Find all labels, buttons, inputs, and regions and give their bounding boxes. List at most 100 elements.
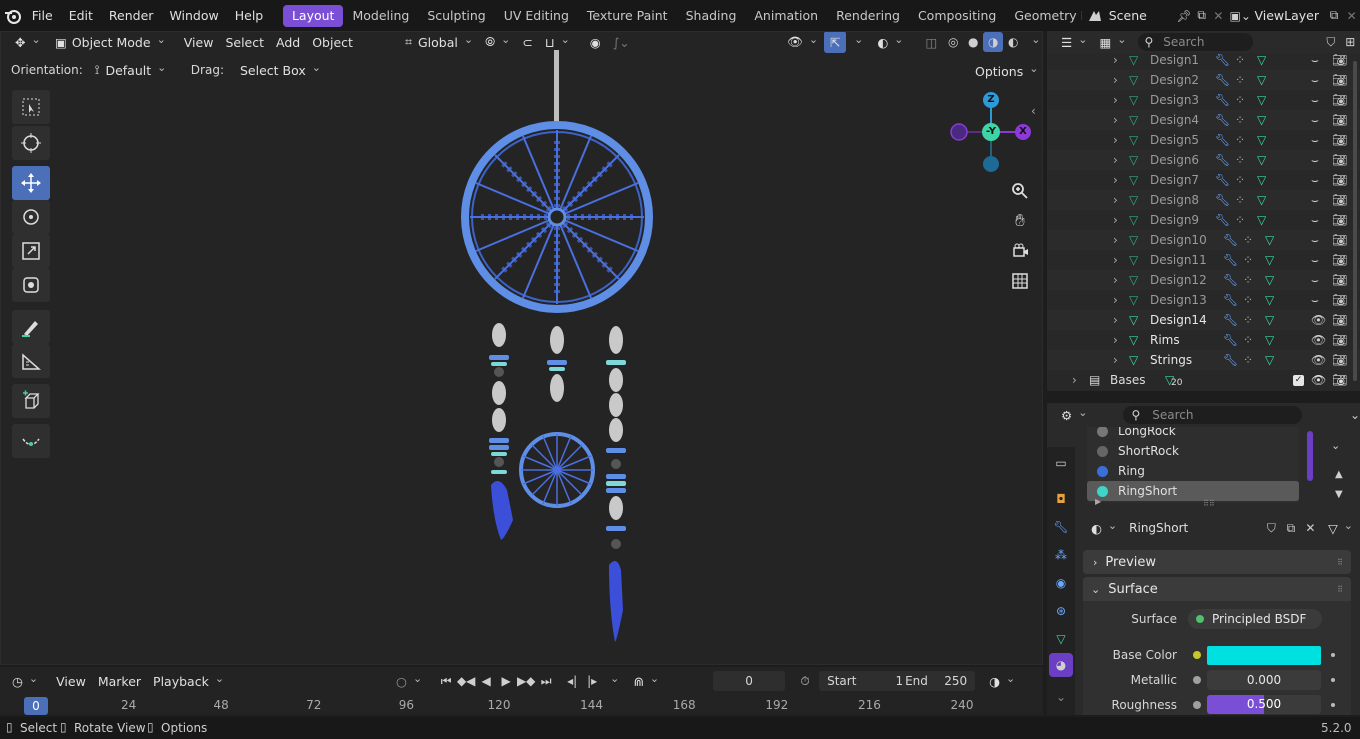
visibility-eye-icon[interactable]: ⌣ bbox=[1311, 193, 1319, 208]
new-scene-icon[interactable]: ⧉ bbox=[1192, 8, 1210, 23]
tab-modeling[interactable]: Modeling bbox=[343, 5, 418, 27]
render-camera-icon[interactable]: 📷︎ bbox=[1332, 213, 1347, 227]
visibility-eye-icon[interactable]: 👁︎ bbox=[1311, 353, 1326, 367]
slot-scrollbar[interactable] bbox=[1307, 431, 1313, 481]
snapping-dropdown[interactable]: ⋒ bbox=[627, 670, 665, 692]
expand-arrow-icon[interactable]: › bbox=[1113, 233, 1118, 247]
duplicate-material-icon[interactable]: ⧉ bbox=[1281, 521, 1300, 536]
expand-arrow-icon[interactable]: › bbox=[1113, 173, 1118, 187]
visibility-eye-icon[interactable]: ⌣ bbox=[1311, 113, 1319, 128]
object-name[interactable]: Design6 bbox=[1150, 153, 1199, 167]
object-name[interactable]: Design4 bbox=[1150, 113, 1199, 127]
outliner-scrollbar[interactable] bbox=[1353, 61, 1357, 381]
base-color-swatch[interactable] bbox=[1207, 646, 1321, 665]
visibility-eye-icon[interactable]: ⌣ bbox=[1311, 253, 1319, 268]
object-name[interactable]: Design8 bbox=[1150, 193, 1199, 207]
menu-help[interactable]: Help bbox=[227, 5, 272, 27]
move-down-icon[interactable]: ▼ bbox=[1335, 489, 1343, 500]
material-shading-icon[interactable]: ◑ bbox=[983, 32, 1004, 52]
frame-range-field[interactable]: Start 1 End 250 bbox=[819, 671, 976, 691]
3d-viewport[interactable]: ✥ ▣ Object Mode View Select Add Object ⌗… bbox=[0, 31, 1043, 665]
outliner-row[interactable]: › ▽ Design8 🔧︎ ⁘ ▽ ⌣ 📷︎ bbox=[1047, 190, 1360, 210]
visibility-eye-icon[interactable]: 👁︎ bbox=[1311, 313, 1326, 327]
drag-handle-icon[interactable]: ⠿ bbox=[1337, 558, 1343, 567]
expand-arrow-icon[interactable]: › bbox=[1113, 93, 1118, 107]
current-frame-field[interactable]: 0 bbox=[713, 671, 786, 691]
blender-logo-icon[interactable] bbox=[2, 7, 24, 25]
object-name[interactable]: Design5 bbox=[1150, 133, 1199, 147]
ortho-grid-icon[interactable] bbox=[1007, 268, 1033, 294]
keyframe-dot[interactable] bbox=[1331, 653, 1335, 657]
visibility-eye-icon[interactable]: ⌣ bbox=[1311, 173, 1319, 188]
collection-row-bases[interactable]: › ▤ Bases ▽ 20 ✓ 👁︎ 📷︎ bbox=[1047, 370, 1360, 390]
timeline-editor-type[interactable]: ◷ bbox=[6, 670, 44, 692]
data-tab-icon[interactable]: ▽ bbox=[1051, 629, 1071, 649]
viewport-menu-view[interactable]: View bbox=[178, 32, 220, 53]
tab-shading[interactable]: Shading bbox=[677, 5, 746, 27]
stopwatch-icon[interactable]: ⏱︎ bbox=[791, 674, 819, 689]
object-name[interactable]: Design10 bbox=[1150, 233, 1207, 247]
transform-tool[interactable] bbox=[12, 268, 50, 302]
browse-material-icon[interactable]: ◐ bbox=[1087, 517, 1121, 539]
object-name[interactable]: Design14 bbox=[1150, 313, 1207, 327]
more-tabs-icon[interactable]: ⌄ bbox=[1051, 687, 1071, 707]
viewport-menu-object[interactable]: Object bbox=[306, 32, 359, 53]
solid-shading-icon[interactable]: ● bbox=[963, 35, 983, 49]
rotate-tool[interactable] bbox=[12, 200, 50, 234]
slot-specials-icon[interactable]: ⌄ bbox=[1331, 439, 1340, 452]
list-resize-handle[interactable]: ⠿⠿ bbox=[1203, 499, 1215, 508]
add-cube-tool[interactable] bbox=[12, 384, 50, 418]
material-link-dropdown[interactable]: ▽ bbox=[1326, 517, 1355, 539]
material-name[interactable]: RingShort bbox=[1129, 521, 1262, 535]
menu-window[interactable]: Window bbox=[161, 5, 226, 27]
jump-prev-keyframe-icon[interactable]: ◆◀ bbox=[456, 674, 476, 688]
expand-arrow-icon[interactable]: › bbox=[1113, 193, 1118, 207]
pan-hand-icon[interactable]: ✋︎ bbox=[1007, 208, 1033, 234]
expand-arrow-icon[interactable]: ▶ bbox=[1095, 497, 1101, 506]
properties-options-icon[interactable]: ⌄ bbox=[1350, 408, 1360, 422]
outliner-row[interactable]: › ▽ Design10 🔧︎ ⁘ ▽ ⌣ 📷︎ bbox=[1047, 230, 1360, 250]
expand-arrow-icon[interactable]: › bbox=[1113, 273, 1118, 287]
object-name[interactable]: Design13 bbox=[1150, 293, 1207, 307]
visibility-eye-icon[interactable]: ⌣ bbox=[1311, 133, 1319, 148]
menu-file[interactable]: File bbox=[24, 5, 61, 27]
object-name[interactable]: Design11 bbox=[1150, 253, 1207, 267]
material-slot[interactable]: Ring bbox=[1087, 461, 1299, 481]
outliner-row[interactable]: › ▽ Design6 🔧︎ ⁘ ▽ ⌣ 📷︎ bbox=[1047, 150, 1360, 170]
zoom-icon[interactable] bbox=[1007, 178, 1033, 204]
rendered-shading-icon[interactable]: ◐ bbox=[1003, 35, 1023, 49]
visibility-eye-icon[interactable]: ⌣ bbox=[1311, 213, 1319, 228]
expand-arrow-icon[interactable]: › bbox=[1113, 73, 1118, 87]
expand-arrow-icon[interactable]: › bbox=[1072, 373, 1077, 387]
view-layer-icon[interactable]: ▣⌄ bbox=[1226, 9, 1254, 23]
menu-edit[interactable]: Edit bbox=[61, 5, 101, 27]
material-slot[interactable]: ShortRock bbox=[1087, 441, 1299, 461]
expand-arrow-icon[interactable]: › bbox=[1113, 253, 1118, 267]
outliner-row[interactable]: › ▽ Design1 🔧︎ ⁘ ▽ ⌣ 📷︎ bbox=[1047, 50, 1360, 70]
render-camera-icon[interactable]: 📷︎ bbox=[1332, 313, 1347, 327]
visibility-eye-icon[interactable]: 👁︎ bbox=[1311, 333, 1326, 347]
particles-tab-icon[interactable]: ⁂ bbox=[1051, 545, 1071, 565]
object-name[interactable]: Strings bbox=[1150, 353, 1192, 367]
tab-sculpting[interactable]: Sculpting bbox=[418, 5, 494, 27]
timeline-menu-playback[interactable]: Playback bbox=[147, 670, 230, 692]
expand-arrow-icon[interactable]: › bbox=[1113, 213, 1118, 227]
object-mode-dropdown[interactable]: ▣ Object Mode bbox=[49, 32, 172, 53]
render-camera-icon[interactable]: 📷︎ bbox=[1332, 113, 1347, 127]
render-camera-icon[interactable]: 📷︎ bbox=[1332, 253, 1347, 267]
object-name[interactable]: Design12 bbox=[1150, 273, 1207, 287]
viewport-menu-add[interactable]: Add bbox=[270, 32, 306, 53]
render-camera-icon[interactable]: 📷︎ bbox=[1332, 233, 1347, 247]
outliner-row[interactable]: › ▽ Design12 🔧︎ ⁘ ▽ ⌣ 📷︎ bbox=[1047, 270, 1360, 290]
outliner-row[interactable]: › ▽ Design4 🔧︎ ⁘ ▽ ⌣ 📷︎ bbox=[1047, 110, 1360, 130]
constraints-tab-icon[interactable]: ⊛ bbox=[1051, 601, 1071, 621]
transform-curve-tool[interactable] bbox=[12, 424, 50, 458]
outliner-row[interactable]: › ▽ Design14 🔧︎ ⁘ ▽ 👁︎ 📷︎ bbox=[1047, 310, 1360, 330]
visibility-eye-icon[interactable]: ⌣ bbox=[1311, 233, 1319, 248]
outliner-row[interactable]: › ▽ Design3 🔧︎ ⁘ ▽ ⌣ 📷︎ bbox=[1047, 90, 1360, 110]
surface-panel[interactable]: ⌄ Surface ⠿ bbox=[1083, 577, 1351, 601]
drag-handle-icon[interactable]: ⠿ bbox=[1337, 585, 1343, 594]
annotate-tool[interactable] bbox=[12, 310, 50, 344]
new-view-layer-icon[interactable]: ⧉ bbox=[1325, 8, 1343, 23]
render-camera-icon[interactable]: 📷︎ bbox=[1332, 333, 1347, 347]
